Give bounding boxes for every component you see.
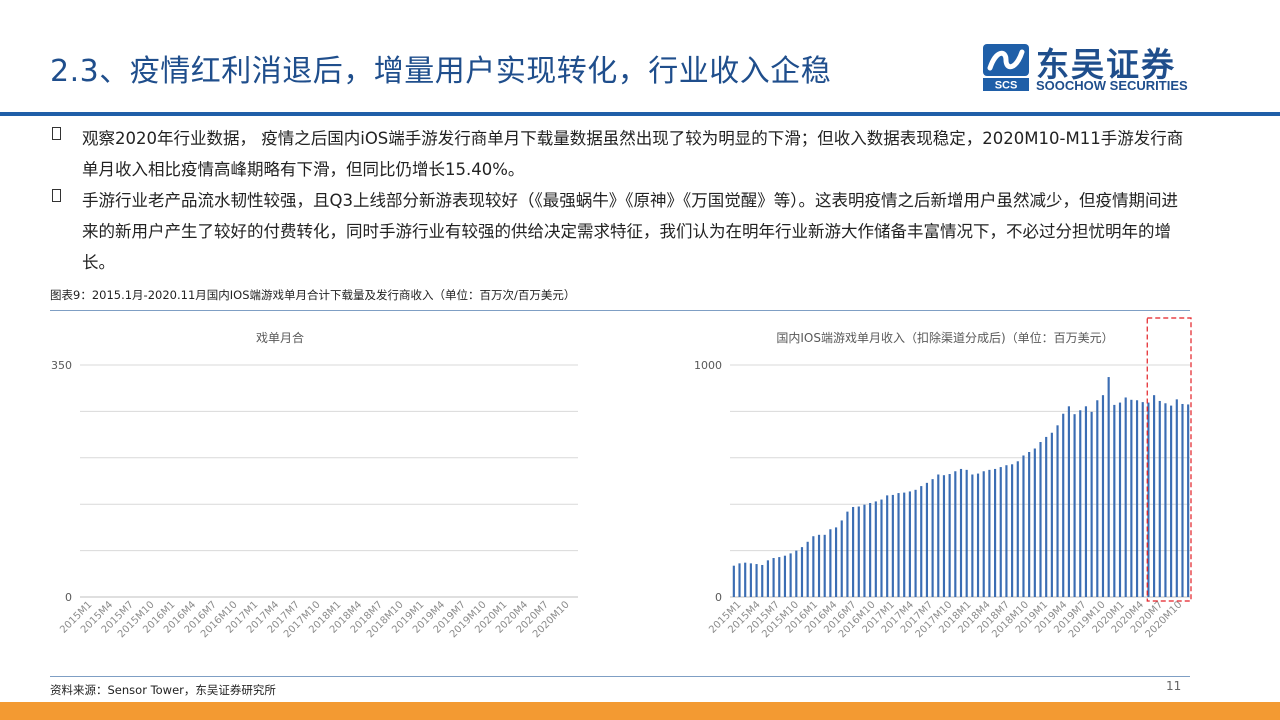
bar: [1101, 395, 1105, 597]
bar: [732, 565, 735, 597]
bar: [1164, 403, 1167, 597]
bar: [755, 564, 758, 597]
bar: [806, 541, 809, 597]
bar: [1158, 400, 1161, 597]
bar: [903, 492, 906, 597]
bar: [800, 547, 804, 597]
bar: [1084, 406, 1088, 597]
bar: [1118, 402, 1122, 597]
bar: [897, 493, 900, 597]
y-tick-label: 0: [715, 591, 722, 604]
bar: [778, 557, 781, 597]
bar: [766, 560, 769, 597]
bar: [1050, 432, 1053, 597]
bar: [852, 506, 855, 597]
bar: [1175, 399, 1178, 597]
chart-title: 国内IOS端游戏单月收入（扣除渠道分成后)（单位：百万美元）: [776, 330, 1113, 345]
bar: [931, 479, 934, 597]
bar: [1039, 442, 1042, 597]
bar: [908, 491, 911, 597]
bar: [783, 555, 787, 597]
bar: [920, 486, 923, 597]
bar: [982, 471, 985, 597]
bar: [999, 467, 1002, 597]
bar: [1073, 414, 1076, 597]
bar: [948, 474, 951, 597]
bar: [1153, 395, 1156, 597]
bar: [1135, 400, 1139, 597]
bar: [1170, 405, 1173, 597]
bar: [834, 527, 838, 597]
bar: [789, 553, 792, 597]
bar: [738, 563, 741, 597]
bar: [1011, 464, 1014, 597]
bar: [1187, 404, 1190, 597]
bar: [863, 504, 866, 597]
bar: [954, 471, 957, 597]
bar: [1056, 425, 1059, 597]
bar: [761, 564, 764, 597]
y-tick-label: 0: [65, 591, 72, 604]
bar: [971, 474, 974, 597]
bar: [1124, 397, 1127, 597]
charts-area: 戏单月合35002015M12015M42015M72015M102016M12…: [51, 317, 1192, 640]
bar: [1033, 448, 1036, 597]
bar: [1113, 404, 1116, 597]
bar: [869, 503, 872, 597]
bar: [1022, 455, 1025, 597]
bar: [874, 501, 877, 597]
source-note: 资料来源：Sensor Tower，东吴证券研究所: [50, 683, 276, 697]
bar: [1130, 399, 1133, 597]
bar: [959, 468, 963, 597]
bar: [846, 511, 849, 597]
bar: [1079, 410, 1082, 597]
bar: [812, 536, 815, 597]
bar: [1107, 377, 1110, 597]
bar: [1067, 406, 1070, 597]
bar: [772, 558, 775, 597]
bar: [829, 529, 832, 597]
bar: [817, 534, 821, 597]
bar: [925, 482, 929, 597]
bar: [937, 474, 940, 597]
bar: [886, 495, 889, 597]
bar: [976, 473, 980, 597]
source-divider: [50, 676, 1190, 677]
bar: [1181, 403, 1184, 597]
bar: [857, 506, 860, 597]
y-tick-label: 350: [51, 359, 72, 372]
bar: [1016, 461, 1019, 597]
footer-bar: [0, 702, 1280, 720]
bar: [840, 520, 843, 597]
chart-title: 戏单月合: [256, 330, 304, 345]
bar: [1096, 400, 1099, 597]
bar: [744, 562, 747, 597]
bar: [965, 469, 968, 597]
bar: [1141, 402, 1144, 597]
bar: [1045, 436, 1048, 597]
bar: [891, 494, 894, 597]
bar: [994, 468, 997, 597]
bar: [1062, 413, 1065, 597]
bar: [749, 563, 752, 597]
bar: [795, 550, 798, 597]
bar: [823, 534, 826, 597]
bar: [1028, 452, 1031, 597]
page-number: 11: [1166, 679, 1182, 693]
bar: [1090, 411, 1093, 597]
bar: [988, 469, 991, 597]
bar: [1005, 465, 1008, 597]
y-tick-label: 1000: [694, 359, 722, 372]
bar: [942, 475, 946, 597]
bar: [880, 499, 883, 597]
bar: [914, 489, 917, 597]
